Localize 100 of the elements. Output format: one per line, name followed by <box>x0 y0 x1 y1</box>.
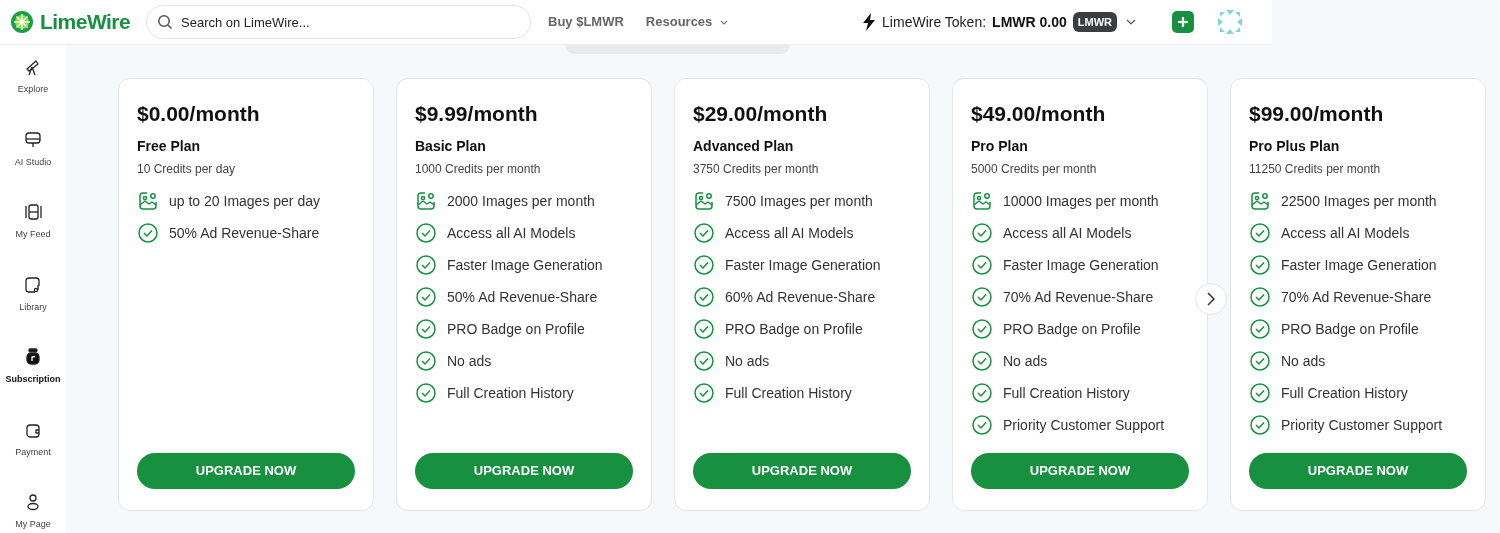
plan-price: $99.00/month <box>1249 101 1385 127</box>
feature-text: Priority Customer Support <box>1281 415 1443 435</box>
check-circle-icon <box>693 254 715 276</box>
add-button[interactable] <box>1172 11 1194 33</box>
sidebar-item[interactable]: My Page <box>0 492 66 532</box>
check-circle-icon <box>693 350 715 372</box>
check-circle-icon <box>1249 286 1271 308</box>
feature-text: Full Creation History <box>1003 383 1130 403</box>
feature-text: No ads <box>447 351 492 371</box>
check-circle-icon <box>1249 382 1271 404</box>
check-circle-icon <box>971 254 993 276</box>
image-icon <box>415 190 437 212</box>
sidebar-item[interactable]: My Feed <box>0 202 66 242</box>
upgrade-button[interactable]: UPGRADE NOW <box>693 453 911 489</box>
check-circle-icon <box>971 350 993 372</box>
sidebar-item[interactable]: Library <box>0 274 66 314</box>
feature-text: Faster Image Generation <box>725 255 881 275</box>
feature-text: Access all AI Models <box>1281 223 1410 243</box>
check-circle-icon <box>971 414 993 436</box>
feature-text: 70% Ad Revenue-Share <box>1281 287 1432 307</box>
plan-credits: 3750 Credits per month <box>693 161 820 178</box>
check-circle-icon <box>971 222 993 244</box>
plan-name: Free Plan <box>137 137 202 156</box>
plan-credits: 10 Credits per day <box>137 161 237 178</box>
upgrade-button[interactable]: UPGRADE NOW <box>137 453 355 489</box>
feature-text: Full Creation History <box>725 383 852 403</box>
check-circle-icon <box>1249 222 1271 244</box>
sidebar-item[interactable]: AI Studio <box>0 129 66 169</box>
chevron-down-icon[interactable] <box>1126 19 1136 25</box>
plan-name: Pro Plus Plan <box>1249 137 1341 156</box>
upgrade-button[interactable]: UPGRADE NOW <box>1249 453 1467 489</box>
check-circle-icon <box>1249 254 1271 276</box>
check-circle-icon <box>693 222 715 244</box>
feature-text: 60% Ad Revenue-Share <box>725 287 876 307</box>
feature-text: PRO Badge on Profile <box>447 319 585 339</box>
plan-price: $29.00/month <box>693 101 829 127</box>
check-circle-icon <box>415 254 437 276</box>
feed-icon <box>23 202 43 222</box>
subscription-icon <box>23 347 43 367</box>
search-icon <box>157 14 173 30</box>
feature-text: up to 20 Images per day <box>169 191 320 211</box>
plan-credits: 1000 Credits per month <box>415 161 542 178</box>
image-icon <box>693 190 715 212</box>
sidebar-item[interactable]: Payment <box>0 419 66 459</box>
logo-text[interactable]: LimeWire <box>40 6 131 38</box>
monitor-icon <box>23 129 43 150</box>
plan-price: $49.00/month <box>971 101 1107 127</box>
check-circle-icon <box>1249 318 1271 340</box>
feature-text: 70% Ad Revenue-Share <box>1003 287 1154 307</box>
check-circle-icon <box>971 318 993 340</box>
sidebar-item[interactable]: Subscription <box>0 347 66 387</box>
feature-text: Access all AI Models <box>725 223 854 243</box>
feature-text: No ads <box>1003 351 1048 371</box>
nav-link[interactable]: Resources <box>645 12 729 32</box>
check-circle-icon <box>971 286 993 308</box>
upgrade-button[interactable]: UPGRADE NOW <box>415 453 633 489</box>
feature-text: 2000 Images per month <box>447 191 595 211</box>
feature-text: Full Creation History <box>1281 383 1408 403</box>
plan-name: Basic Plan <box>415 137 487 156</box>
feature-text: Access all AI Models <box>1003 223 1132 243</box>
feature-text: Faster Image Generation <box>1281 255 1437 275</box>
plan-credits: 5000 Credits per month <box>971 161 1098 178</box>
logo-icon <box>10 10 34 34</box>
feature-text: Full Creation History <box>447 383 574 403</box>
feature-text: No ads <box>1281 351 1326 371</box>
check-circle-icon <box>693 382 715 404</box>
search-field[interactable]: Search on LimeWire... <box>146 5 531 39</box>
image-icon <box>971 190 993 212</box>
feature-text: Access all AI Models <box>447 223 576 243</box>
check-circle-icon <box>971 382 993 404</box>
plan-price: $0.00/month <box>137 101 261 127</box>
plus-icon <box>1177 16 1189 28</box>
feature-text: 22500 Images per month <box>1281 191 1437 211</box>
token-balance: LMWR 0.00 <box>992 12 1067 32</box>
feature-text: 50% Ad Revenue-Share <box>447 287 598 307</box>
check-circle-icon <box>693 286 715 308</box>
upgrade-button[interactable]: UPGRADE NOW <box>971 453 1189 489</box>
feature-text: PRO Badge on Profile <box>1003 319 1141 339</box>
plan-name: Advanced Plan <box>693 137 795 156</box>
plan-price: $9.99/month <box>415 101 539 127</box>
plan-credits: 11250 Credits per month <box>1249 161 1382 178</box>
check-circle-icon <box>693 318 715 340</box>
feature-text: Priority Customer Support <box>1003 415 1165 435</box>
library-icon <box>23 274 43 295</box>
plan-name: Pro Plan <box>971 137 1029 156</box>
check-circle-icon <box>415 222 437 244</box>
check-circle-icon <box>415 318 437 340</box>
feature-text: 7500 Images per month <box>725 191 873 211</box>
check-circle-icon <box>415 382 437 404</box>
check-circle-icon <box>415 286 437 308</box>
feature-text: Faster Image Generation <box>1003 255 1159 275</box>
feature-text: PRO Badge on Profile <box>725 319 863 339</box>
token-label: LimeWire Token: <box>882 12 987 32</box>
feature-text: Faster Image Generation <box>447 255 603 275</box>
nav-link[interactable]: Buy $LMWR <box>548 12 624 32</box>
image-icon <box>1249 190 1271 212</box>
lightning-icon <box>862 13 877 31</box>
sidebar-item[interactable]: Explore <box>0 57 66 97</box>
check-circle-icon <box>1249 414 1271 436</box>
feature-text: No ads <box>725 351 770 371</box>
